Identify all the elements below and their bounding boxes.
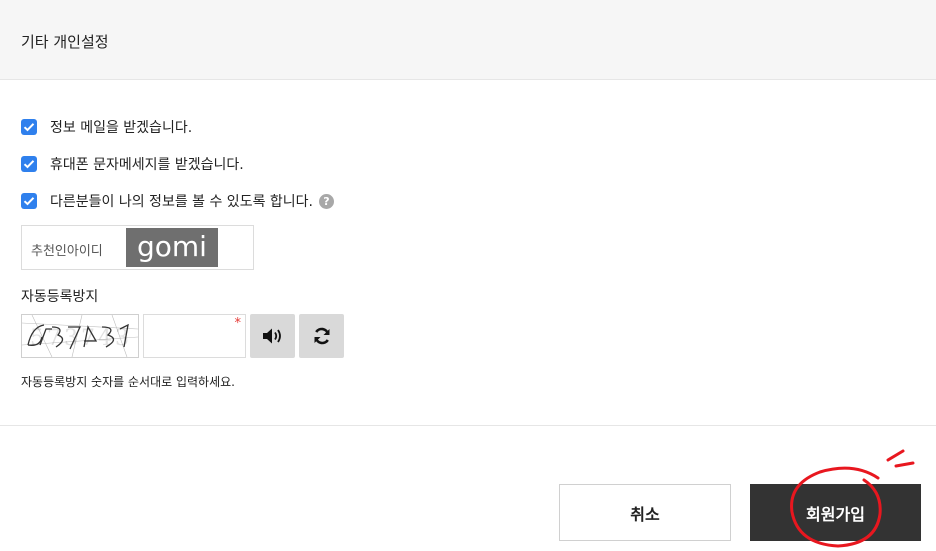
section-header: 기타 개인설정 <box>0 0 936 80</box>
sms-option-label: 휴대폰 문자메세지를 받겠습니다. <box>50 157 244 173</box>
referrer-input-value[interactable]: gomi <box>126 228 218 267</box>
help-icon[interactable]: ? <box>319 193 334 209</box>
captcha-audio-button[interactable] <box>250 314 295 358</box>
captcha-instruction: 자동등록방지 숫자를 순서대로 입력하세요. <box>21 375 235 389</box>
public-profile-checkbox[interactable] <box>21 193 37 209</box>
option-sms[interactable]: 휴대폰 문자메세지를 받겠습니다. <box>21 154 244 174</box>
captcha-input[interactable]: * <box>143 314 246 358</box>
sms-checkbox[interactable] <box>21 156 37 172</box>
captcha-image: 573743 <box>21 314 139 358</box>
speaker-icon <box>262 328 281 344</box>
checkmark-icon <box>23 197 35 206</box>
option-public-profile[interactable]: 다른분들이 나의 정보를 볼 수 있도록 합니다. ? <box>21 191 334 211</box>
join-button[interactable]: 회원가입 <box>750 484 921 541</box>
email-checkbox[interactable] <box>21 119 37 135</box>
divider <box>0 425 936 426</box>
referrer-field[interactable]: 추천인아이디 gomi <box>21 225 254 270</box>
captcha-refresh-button[interactable] <box>299 314 344 358</box>
refresh-icon <box>314 327 329 345</box>
section-title: 기타 개인설정 <box>21 33 109 51</box>
referrer-label: 추천인아이디 <box>31 244 103 259</box>
public-profile-option-label: 다른분들이 나의 정보를 볼 수 있도록 합니다. <box>50 194 313 210</box>
option-email[interactable]: 정보 메일을 받겠습니다. <box>21 117 192 137</box>
email-option-label: 정보 메일을 받겠습니다. <box>50 120 193 136</box>
checkmark-icon <box>23 160 35 169</box>
checkmark-icon <box>23 123 35 132</box>
cancel-button[interactable]: 취소 <box>559 484 731 541</box>
required-mark: * <box>234 316 242 331</box>
captcha-text: 573743 <box>30 326 132 351</box>
captcha-title: 자동등록방지 <box>21 289 99 305</box>
